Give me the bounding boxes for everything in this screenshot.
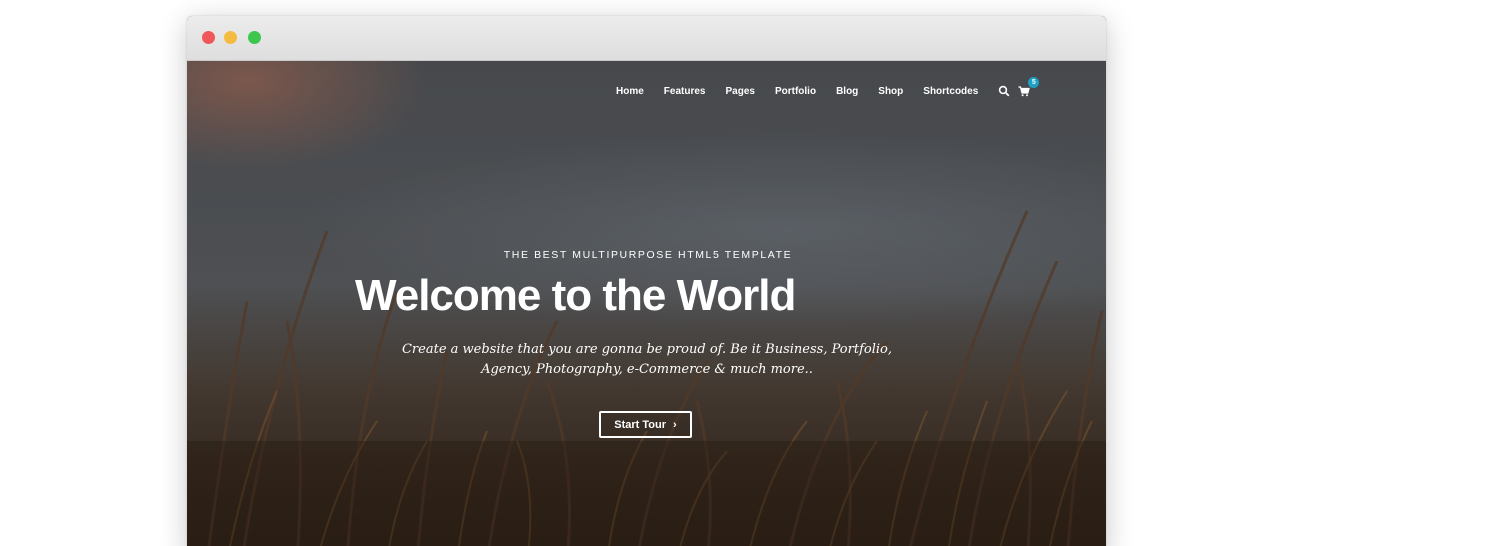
page-canvas: Home Features Pages Portfolio Blog Shop …	[0, 0, 1500, 546]
nav-item-blog[interactable]: Blog	[836, 86, 858, 97]
hero-title: Welcome to the World	[355, 271, 796, 320]
cart-icon[interactable]: 5	[1018, 77, 1040, 97]
hero-subtitle-line-1: Create a website that you are gonna be p…	[401, 342, 892, 357]
nav-item-features[interactable]: Features	[664, 86, 706, 97]
close-window-button[interactable]	[202, 31, 215, 44]
window-titlebar	[187, 16, 1106, 61]
main-navigation: Home Features Pages Portfolio Blog Shop …	[616, 77, 1040, 99]
start-tour-button[interactable]: Start Tour ›	[599, 411, 692, 438]
hero-subtitle: Create a website that you are gonna be p…	[397, 340, 897, 380]
minimize-window-button[interactable]	[224, 31, 237, 44]
chevron-right-icon: ›	[673, 418, 677, 431]
start-tour-label: Start Tour	[614, 418, 667, 431]
browser-window: Home Features Pages Portfolio Blog Shop …	[187, 16, 1106, 546]
hero-section: Home Features Pages Portfolio Blog Shop …	[187, 61, 1106, 546]
nav-item-shop[interactable]: Shop	[878, 86, 903, 97]
cart-count-badge: 5	[1028, 77, 1040, 88]
search-icon[interactable]	[998, 85, 1010, 97]
nav-item-home[interactable]: Home	[616, 86, 644, 97]
nav-item-pages[interactable]: Pages	[725, 86, 754, 97]
maximize-window-button[interactable]	[248, 31, 261, 44]
nav-item-portfolio[interactable]: Portfolio	[775, 86, 816, 97]
hero-subtitle-line-2: Agency, Photography, e-Commerce & much m…	[481, 362, 813, 377]
hero-kicker: THE BEST MULTIPURPOSE HTML5 TEMPLATE	[503, 249, 793, 261]
nav-item-shortcodes[interactable]: Shortcodes	[923, 86, 978, 97]
